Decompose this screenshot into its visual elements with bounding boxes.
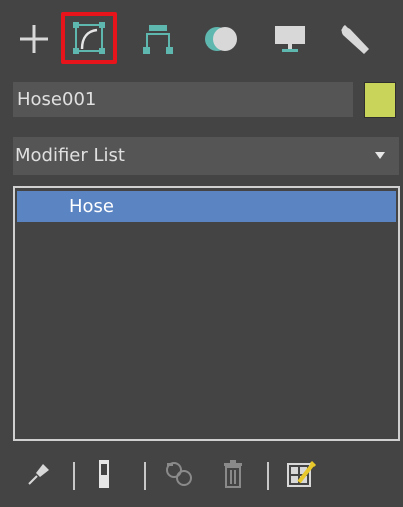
tab-hierarchy[interactable]: [130, 14, 186, 64]
modifier-list-dropdown[interactable]: Modifier List: [13, 137, 399, 175]
trash-icon: [224, 460, 242, 488]
toolbar-separator: [73, 462, 75, 490]
stack-item-label: Hose: [69, 196, 114, 217]
toolbar-separator: [267, 462, 269, 490]
motion-icon: [205, 27, 237, 51]
wrench-icon: [341, 25, 369, 54]
configure-modifier-sets-button[interactable]: [283, 456, 319, 492]
tab-motion[interactable]: [194, 14, 250, 64]
remove-modifier-button[interactable]: [215, 456, 251, 492]
hierarchy-icon: [143, 25, 173, 54]
chevron-down-icon: [375, 152, 385, 159]
tab-create[interactable]: [6, 14, 62, 64]
configure-modifier-sets-icon: [287, 460, 317, 487]
modifier-stack-toolbar: [0, 450, 403, 500]
tab-display[interactable]: [262, 14, 318, 64]
toolbar-separator: [144, 462, 146, 490]
object-name-field[interactable]: [13, 82, 353, 117]
display-monitor-icon: [275, 26, 305, 52]
pin-stack-button[interactable]: [21, 456, 57, 492]
command-panel-tabs: [0, 0, 403, 70]
modify-curve-icon: [73, 22, 105, 54]
tab-utilities[interactable]: [327, 14, 383, 64]
command-panel: Modifier List Hose: [0, 0, 403, 507]
modifier-stack[interactable]: Hose: [13, 186, 400, 441]
pin-stack-icon: [28, 464, 49, 485]
stack-item-hose[interactable]: Hose: [17, 191, 396, 222]
plus-icon: [20, 25, 48, 53]
object-color-swatch[interactable]: [364, 82, 396, 118]
make-unique-button[interactable]: [162, 456, 198, 492]
modifier-list-label: Modifier List: [15, 145, 125, 166]
make-unique-icon: [166, 462, 192, 486]
tab-modify[interactable]: [61, 12, 117, 64]
show-end-result-icon: [99, 460, 109, 488]
show-end-result-button[interactable]: [86, 456, 122, 492]
